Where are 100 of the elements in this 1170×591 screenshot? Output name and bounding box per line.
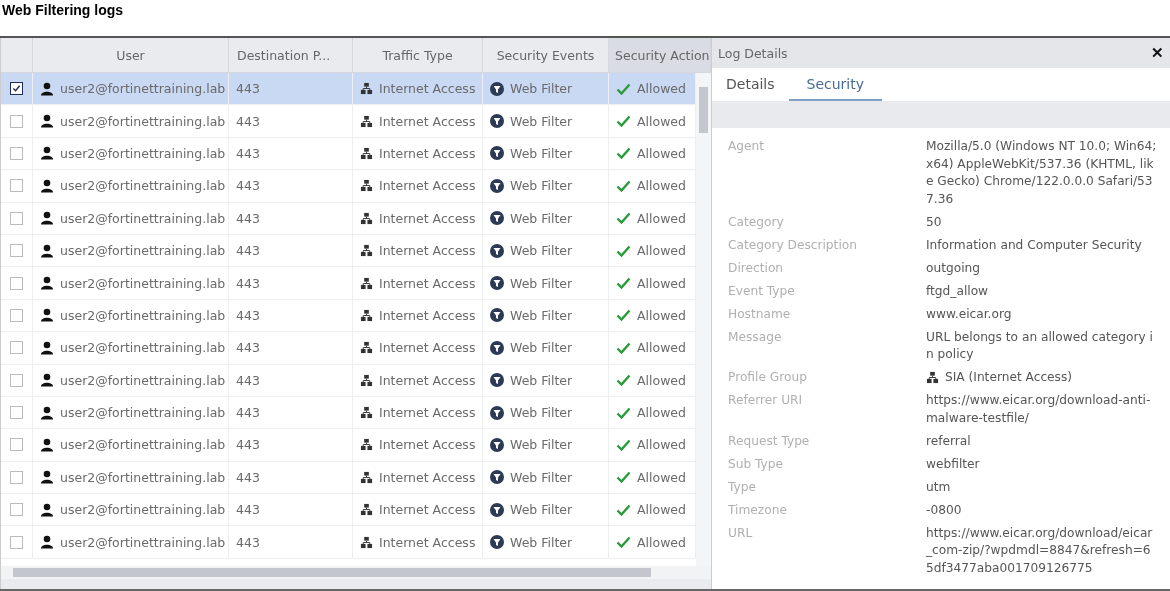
check-icon xyxy=(616,115,631,128)
field-label: Direction xyxy=(728,259,785,277)
filter-icon xyxy=(490,502,504,517)
port-number: 443 xyxy=(236,210,260,226)
field-value: 50 xyxy=(926,213,943,231)
filter-icon xyxy=(490,373,504,388)
security-event: Web Filter xyxy=(510,113,573,129)
filter-icon xyxy=(490,211,504,226)
network-icon xyxy=(360,373,373,387)
table-row[interactable]: user2@fortinettraining.lab 443 Internet Access Web Filter Allowed xyxy=(1,526,696,559)
checkbox[interactable] xyxy=(10,211,23,225)
checkbox[interactable] xyxy=(10,373,23,387)
user-icon xyxy=(40,146,54,161)
column-header[interactable]: Traffic Type xyxy=(353,38,483,72)
table-row[interactable]: user2@fortinettraining.lab 443 Internet Access Web Filter Allowed xyxy=(1,170,696,203)
close-button[interactable]: ✕ xyxy=(1149,44,1166,62)
checkbox[interactable] xyxy=(10,276,23,290)
table-row[interactable]: user2@fortinettraining.lab 443 Internet Access Web Filter Allowed xyxy=(1,332,696,365)
network-icon xyxy=(360,244,373,258)
checkbox[interactable] xyxy=(10,406,23,420)
traffic-type: Internet Access xyxy=(379,275,476,291)
traffic-type: Internet Access xyxy=(379,534,476,550)
filter-icon xyxy=(490,308,504,323)
field-label: Hostname xyxy=(728,305,792,323)
field-label: Request Type xyxy=(728,432,811,450)
filter-icon xyxy=(490,438,504,452)
port-number: 443 xyxy=(236,405,260,421)
checkbox[interactable] xyxy=(10,503,23,517)
port-number: 443 xyxy=(236,469,260,485)
user-icon xyxy=(40,243,54,258)
security-event: Web Filter xyxy=(510,275,573,291)
table-row[interactable]: user2@fortinettraining.lab 443 Internet Access Web Filter Allowed xyxy=(1,73,696,106)
security-action: Allowed xyxy=(637,534,686,550)
user-icon xyxy=(40,211,54,226)
security-event: Web Filter xyxy=(510,210,573,226)
check-icon xyxy=(616,439,631,451)
user-name: user2@fortinettraining.lab xyxy=(60,534,226,550)
user-name: user2@fortinettraining.lab xyxy=(60,307,226,323)
filter-icon xyxy=(490,146,504,161)
security-event: Web Filter xyxy=(510,340,573,356)
checkbox[interactable] xyxy=(10,535,23,549)
checkbox[interactable] xyxy=(10,470,23,484)
table-row[interactable]: user2@fortinettraining.lab 443 Internet Access Web Filter Allowed xyxy=(1,494,696,527)
security-action: Allowed xyxy=(637,307,686,323)
port-number: 443 xyxy=(236,243,260,259)
field-value: webfilter xyxy=(926,455,981,473)
tab[interactable]: Details xyxy=(718,68,789,101)
table-row[interactable]: user2@fortinettraining.lab 443 Internet Access Web Filter Allowed xyxy=(1,137,696,171)
filter-icon xyxy=(490,340,504,355)
traffic-type: Internet Access xyxy=(379,405,476,421)
network-icon xyxy=(926,371,939,385)
port-number: 443 xyxy=(236,178,260,194)
security-action: Allowed xyxy=(637,469,686,485)
table-row[interactable]: user2@fortinettraining.lab 443 Internet Access Web Filter Allowed xyxy=(1,299,696,333)
security-event: Web Filter xyxy=(510,307,573,323)
checkbox[interactable] xyxy=(10,308,23,322)
checkbox[interactable] xyxy=(10,82,23,96)
table-row[interactable]: user2@fortinettraining.lab 443 Internet Access Web Filter Allowed xyxy=(1,234,696,268)
table-row[interactable]: user2@fortinettraining.lab 443 Internet Access Web Filter Allowed xyxy=(1,429,696,462)
user-icon xyxy=(40,178,54,193)
port-number: 443 xyxy=(236,145,260,161)
checkbox[interactable] xyxy=(10,341,23,355)
field-value: www.eicar.org xyxy=(926,305,1013,323)
port-number: 443 xyxy=(236,534,260,550)
column-header[interactable]: Security Action xyxy=(609,38,711,72)
column-header[interactable]: Destination P... xyxy=(229,38,353,72)
checkbox[interactable] xyxy=(10,244,23,258)
field-value: ftgd_allow xyxy=(926,282,990,300)
checkbox[interactable] xyxy=(10,146,23,160)
checkbox[interactable] xyxy=(10,114,23,128)
checkbox[interactable] xyxy=(10,179,23,193)
network-icon xyxy=(360,179,373,193)
network-icon xyxy=(360,146,373,160)
table-row[interactable]: user2@fortinettraining.lab 443 Internet Access Web Filter Allowed xyxy=(1,202,696,235)
traffic-type: Internet Access xyxy=(379,145,476,161)
table-row[interactable]: user2@fortinettraining.lab 443 Internet Access Web Filter Allowed xyxy=(1,105,696,138)
field-label: Message xyxy=(728,328,783,346)
table-row[interactable]: user2@fortinettraining.lab 443 Internet Access Web Filter Allowed xyxy=(1,461,696,495)
check-icon xyxy=(616,277,631,290)
security-action: Allowed xyxy=(637,340,686,356)
checkbox[interactable] xyxy=(10,438,23,452)
traffic-type: Internet Access xyxy=(379,81,476,97)
user-name: user2@fortinettraining.lab xyxy=(60,340,226,356)
table-row[interactable]: user2@fortinettraining.lab 443 Internet Access Web Filter Allowed xyxy=(1,396,696,430)
table-row[interactable]: user2@fortinettraining.lab 443 Internet Access Web Filter Allowed xyxy=(1,364,696,397)
user-name: user2@fortinettraining.lab xyxy=(60,210,226,226)
security-action: Allowed xyxy=(637,178,686,194)
traffic-type: Internet Access xyxy=(379,113,476,129)
field-label: Sub Type xyxy=(728,455,785,473)
filter-icon xyxy=(490,81,504,96)
check-icon xyxy=(616,179,631,192)
column-header[interactable]: User xyxy=(33,38,229,72)
filter-icon xyxy=(490,470,504,485)
field-label: Agent xyxy=(728,138,766,155)
check-icon xyxy=(616,147,631,160)
security-event: Web Filter xyxy=(510,145,573,161)
network-icon xyxy=(360,406,373,420)
table-row[interactable]: user2@fortinettraining.lab 443 Internet Access Web Filter Allowed xyxy=(1,267,696,300)
security-action: Allowed xyxy=(637,145,686,161)
security-action: Allowed xyxy=(637,243,686,259)
